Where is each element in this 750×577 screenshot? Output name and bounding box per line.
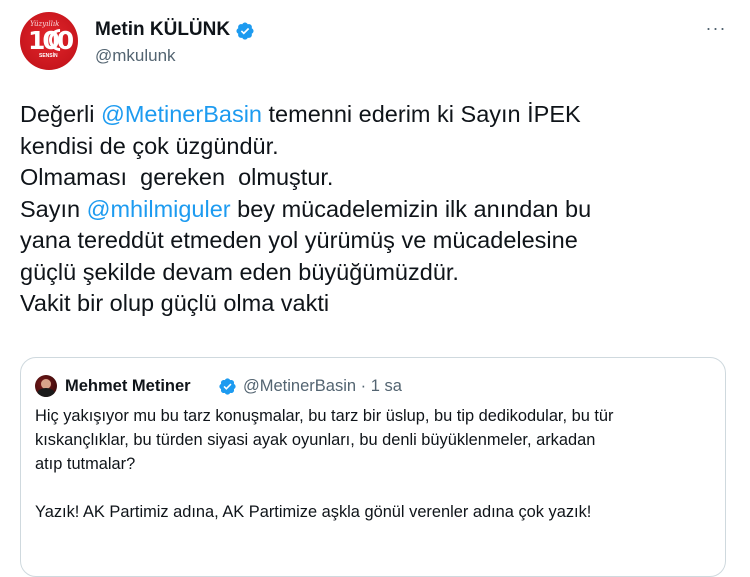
tweet-line-7: Vakit bir olup güçlü olma vakti (20, 290, 330, 316)
tweet-text: Değerli @MetinerBasin temenni ederim ki … (20, 99, 740, 320)
avatar-shoulders (37, 388, 55, 397)
tweet-line-2: kendisi de çok üzgündür. (20, 132, 279, 159)
meta-separator: · (356, 377, 371, 395)
quoted-line-blank (35, 476, 715, 500)
author-avatar[interactable]: Yüzyıllık 100 SENSİN (20, 12, 78, 70)
quoted-timestamp[interactable]: 1 sa (371, 377, 402, 395)
tweet-text-segment: temenni ederim ki Sayın İPEK (262, 101, 581, 127)
mention-link-metinerbasin[interactable]: @MetinerBasin (101, 101, 262, 127)
tweet-line-1: Değerli @MetinerBasin temenni ederim ki … (20, 99, 740, 131)
verified-badge-icon (236, 22, 254, 40)
quoted-tweet[interactable]: Mehmet Metiner @MetinerBasin · 1 sa Hiç … (20, 357, 726, 577)
avatar-caption: SENSİN (39, 53, 58, 59)
quoted-meta: @MetinerBasin · 1 sa (243, 377, 402, 396)
tweet-card: Yüzyıllık 100 SENSİN Metin KÜLÜNK @mkulu… (0, 0, 750, 577)
quoted-author-name[interactable]: Mehmet Metiner (65, 377, 191, 396)
author-handle[interactable]: @mkulunk (95, 46, 176, 66)
tweet-line-4: Sayın @mhilmiguler bey mücadelemizin ilk… (20, 194, 740, 226)
more-options-icon[interactable]: ··· (704, 19, 728, 42)
author-name[interactable]: Metin KÜLÜNK (95, 19, 230, 41)
tweet-text-segment: Değerli (20, 101, 101, 127)
quoted-author-handle[interactable]: @MetinerBasin (243, 377, 356, 395)
tweet-text-segment: Sayın (20, 195, 87, 222)
tweet-line-5: yana tereddüt etmeden yol yürümüş ve müc… (20, 227, 578, 253)
tweet-line-6: güçlü şekilde devam eden büyüğümüzdür. (20, 258, 459, 285)
quoted-author-avatar[interactable] (35, 375, 57, 397)
mention-link-mhilmiguler[interactable]: @mhilmiguler (87, 196, 231, 222)
tweet-line-3: Olmaması gereken olmuştur. (20, 164, 334, 190)
quoted-line-4: Yazık! AK Partimiz adına, AK Partimize a… (35, 503, 592, 521)
verified-badge-icon (219, 378, 236, 395)
quoted-tweet-text: Hiç yakışıyor mu bu tarz konuşmalar, bu … (35, 404, 715, 524)
quoted-line-1: Hiç yakışıyor mu bu tarz konuşmalar, bu … (35, 407, 614, 425)
quoted-line-3: atıp tutmalar? (35, 455, 136, 473)
quoted-line-2: kıskançlıklar, bu türden siyasi ayak oyu… (35, 431, 596, 449)
tweet-text-segment: bey mücadelemizin ilk anından bu (230, 195, 592, 222)
